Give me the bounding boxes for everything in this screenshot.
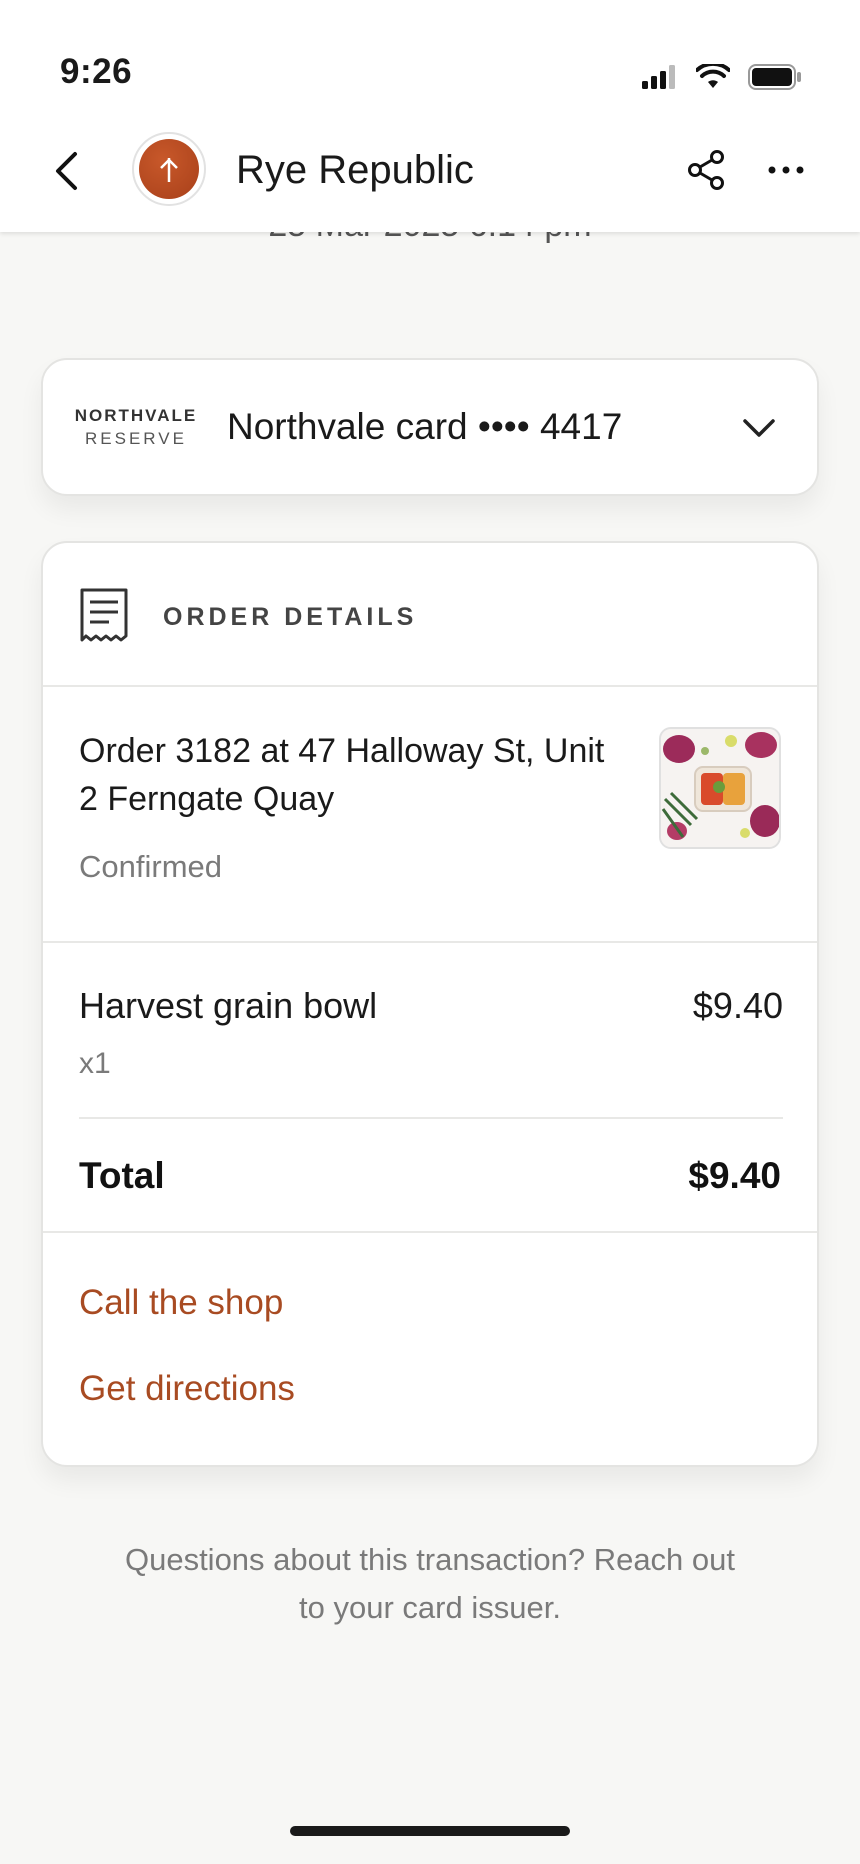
order-details-title: ORDER DETAILS bbox=[163, 603, 418, 631]
order-summary: Order 3182 at 47 Halloway St, Unit 2 Fer… bbox=[43, 687, 817, 943]
more-icon bbox=[768, 166, 804, 174]
merchant-avatar bbox=[132, 132, 206, 206]
order-details-card: ORDER DETAILS Order 3182 at 47 Halloway … bbox=[41, 541, 819, 1467]
home-indicator[interactable] bbox=[290, 1826, 570, 1836]
more-options-button[interactable] bbox=[762, 146, 810, 194]
footer-note: Questions about this transaction? Reach … bbox=[124, 1542, 736, 1625]
issuer-logo-line1: NORTHVALE bbox=[74, 406, 198, 425]
nav-bar: Rye Republic bbox=[0, 128, 860, 214]
receipt-icon bbox=[79, 587, 129, 643]
get-directions-link[interactable]: Get directions bbox=[79, 1369, 295, 1409]
order-status: Confirmed bbox=[79, 849, 222, 884]
order-line-item: Harvest grain bowl x1 $9.40 bbox=[79, 943, 783, 1119]
chevron-down-icon bbox=[739, 408, 779, 448]
item-name: Harvest grain bowl bbox=[79, 985, 378, 1026]
status-time: 9:26 bbox=[60, 52, 133, 91]
total-label: Total bbox=[79, 1155, 165, 1196]
back-button[interactable] bbox=[44, 146, 88, 196]
status-icons bbox=[642, 61, 802, 95]
share-icon bbox=[688, 150, 724, 190]
order-details-header: ORDER DETAILS bbox=[43, 543, 817, 687]
battery-icon bbox=[748, 64, 802, 95]
merchant-name: Rye Republic bbox=[236, 148, 474, 192]
order-total-row: Total $9.40 bbox=[43, 1119, 817, 1233]
payment-card-selector[interactable]: NORTHVALE RESERVE Northvale card •••• 44… bbox=[41, 358, 819, 496]
issuer-logo-line2: RESERVE bbox=[85, 429, 187, 448]
chevron-left-icon bbox=[56, 152, 77, 190]
issuer-logo: NORTHVALE RESERVE bbox=[71, 406, 201, 449]
share-button[interactable] bbox=[682, 146, 730, 194]
status-bar: 9:26 bbox=[0, 0, 860, 110]
top-bar: 9:26 Rye Republic bbox=[0, 0, 860, 232]
tree-icon bbox=[160, 158, 178, 182]
item-quantity: x1 bbox=[79, 1047, 111, 1080]
item-price: $9.40 bbox=[692, 985, 783, 1026]
wifi-icon bbox=[695, 61, 731, 95]
card-label: Northvale card •••• 4417 bbox=[227, 406, 623, 447]
total-value: $9.40 bbox=[688, 1155, 781, 1196]
order-image bbox=[659, 727, 781, 849]
order-actions: Call the shop Get directions bbox=[43, 1233, 817, 1467]
signal-icon bbox=[642, 65, 678, 94]
order-description: Order 3182 at 47 Halloway St, Unit 2 Fer… bbox=[79, 732, 605, 818]
call-shop-link[interactable]: Call the shop bbox=[79, 1283, 283, 1323]
